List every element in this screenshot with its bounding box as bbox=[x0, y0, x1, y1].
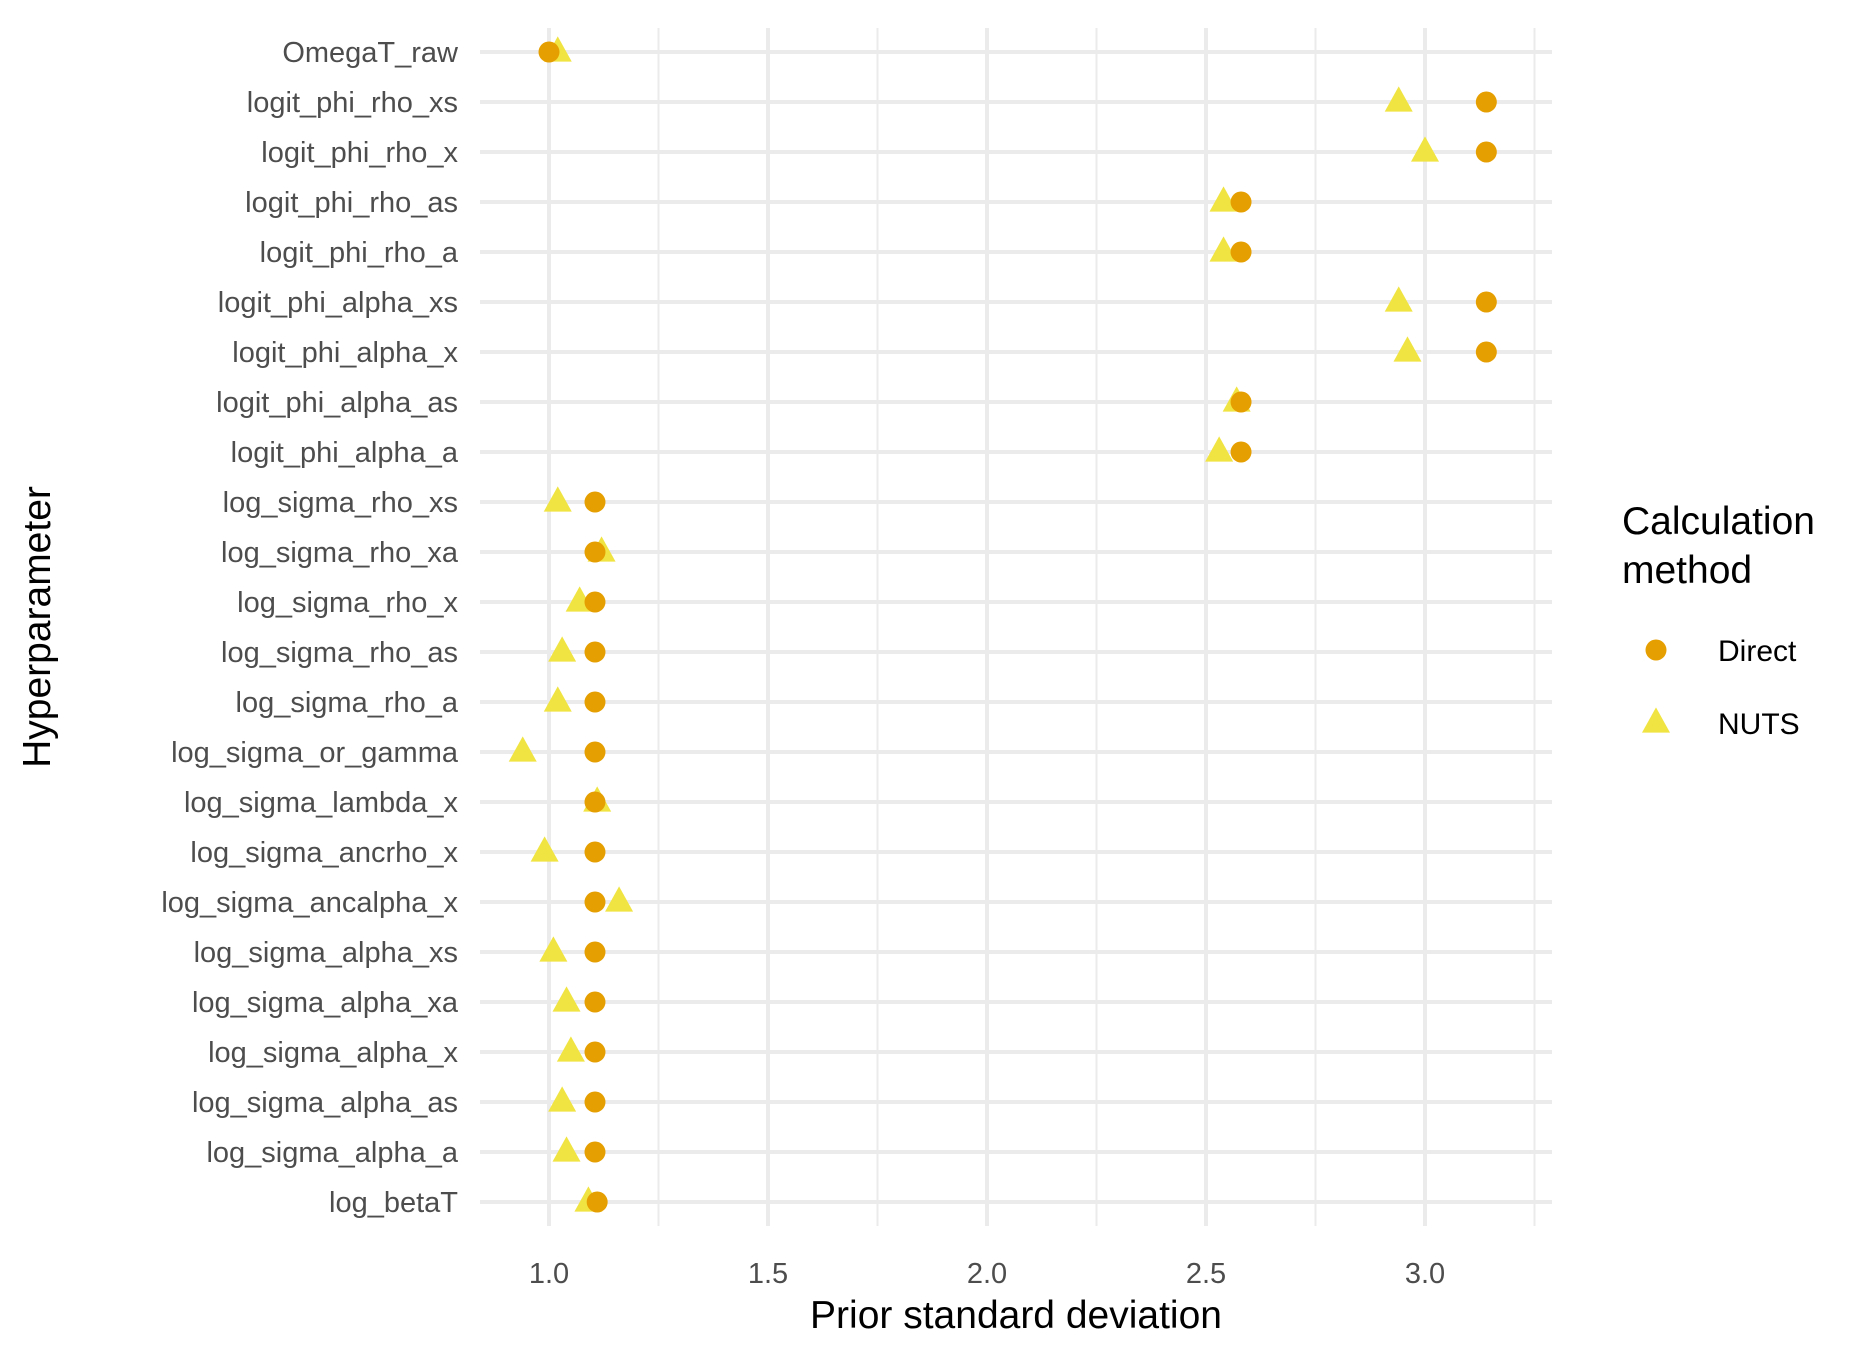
major-vertical-gridlines bbox=[547, 28, 1427, 1226]
direct-point bbox=[584, 591, 606, 613]
legend-label: NUTS bbox=[1718, 708, 1800, 741]
nuts-point bbox=[552, 986, 581, 1012]
y-axis-tick-labels: OmegaT_raw logit_phi_rho_xs logit_phi_rho_… bbox=[161, 37, 459, 1219]
nuts-point bbox=[1205, 436, 1234, 462]
direct-point bbox=[584, 891, 606, 913]
nuts-point bbox=[1384, 86, 1413, 112]
nuts-point bbox=[508, 736, 537, 762]
y-tick-label: log_sigma_rho_xa bbox=[221, 537, 459, 569]
y-tick-label: log_sigma_ancalpha_x bbox=[161, 887, 458, 919]
y-tick-label: logit_phi_alpha_x bbox=[232, 337, 458, 369]
y-tick-label: log_sigma_rho_a bbox=[236, 687, 459, 719]
direct-point bbox=[1230, 191, 1252, 213]
direct-point bbox=[1230, 241, 1252, 263]
legend-key-direct-icon bbox=[1645, 639, 1667, 661]
legend-title-line-2: method bbox=[1622, 549, 1752, 592]
direct-point bbox=[584, 491, 606, 513]
legend-key-nuts-icon bbox=[1642, 707, 1670, 733]
y-tick-label: logit_phi_rho_as bbox=[245, 187, 458, 219]
x-tick-label: 2.0 bbox=[967, 1258, 1007, 1290]
x-axis-tick-labels: 1.0 1.5 2.0 2.5 3.0 bbox=[529, 1258, 1445, 1290]
nuts-point bbox=[530, 836, 559, 862]
nuts-point bbox=[1384, 286, 1413, 312]
direct-point bbox=[584, 791, 606, 813]
y-tick-label: log_sigma_alpha_xs bbox=[194, 937, 458, 969]
legend-title-line-1: Calculation bbox=[1622, 500, 1815, 543]
direct-point bbox=[1230, 441, 1252, 463]
direct-point bbox=[584, 941, 606, 963]
x-tick-label: 3.0 bbox=[1405, 1258, 1445, 1290]
direct-point bbox=[584, 641, 606, 663]
direct-point bbox=[1230, 391, 1252, 413]
y-tick-label: log_sigma_or_gamma bbox=[171, 737, 459, 769]
nuts-point bbox=[605, 886, 634, 912]
direct-series bbox=[538, 41, 1497, 1213]
y-tick-label: log_sigma_alpha_xa bbox=[192, 987, 459, 1019]
direct-point bbox=[586, 1191, 608, 1213]
y-tick-label: log_sigma_rho_as bbox=[221, 637, 458, 669]
nuts-point bbox=[548, 636, 577, 662]
legend-label: Direct bbox=[1718, 635, 1797, 668]
direct-point bbox=[584, 1041, 606, 1063]
direct-point bbox=[538, 41, 560, 63]
nuts-point bbox=[539, 936, 568, 962]
direct-point bbox=[584, 541, 606, 563]
nuts-point bbox=[556, 1036, 585, 1062]
direct-point bbox=[584, 691, 606, 713]
y-tick-label: log_sigma_rho_xs bbox=[223, 487, 458, 519]
direct-point bbox=[584, 1141, 606, 1163]
y-tick-label: logit_phi_rho_xs bbox=[247, 87, 458, 119]
nuts-point bbox=[1411, 136, 1439, 162]
y-tick-label: log_sigma_alpha_a bbox=[206, 1137, 458, 1169]
y-tick-label: OmegaT_raw bbox=[282, 37, 459, 69]
dot-plot-chart: OmegaT_raw logit_phi_rho_xs logit_phi_rho_… bbox=[16, 28, 1815, 1337]
y-tick-label: logit_phi_rho_a bbox=[260, 237, 459, 269]
direct-point bbox=[584, 841, 606, 863]
direct-point bbox=[584, 991, 606, 1013]
y-tick-label: logit_phi_alpha_as bbox=[216, 387, 458, 419]
direct-point bbox=[1475, 91, 1497, 113]
y-tick-label: log_betaT bbox=[329, 1187, 458, 1219]
nuts-point bbox=[1393, 336, 1422, 362]
x-tick-label: 1.5 bbox=[748, 1258, 788, 1290]
y-tick-label: log_sigma_alpha_x bbox=[208, 1037, 458, 1069]
y-tick-label: log_sigma_alpha_as bbox=[192, 1087, 458, 1119]
nuts-series bbox=[508, 36, 1439, 1212]
nuts-point bbox=[552, 1136, 581, 1162]
nuts-point bbox=[548, 1086, 577, 1112]
y-axis-title: Hyperparameter bbox=[16, 486, 59, 768]
x-axis-title: Prior standard deviation bbox=[810, 1294, 1222, 1337]
y-tick-label: log_sigma_ancrho_x bbox=[190, 837, 458, 869]
y-tick-label: log_sigma_rho_x bbox=[237, 587, 458, 619]
horizontal-gridlines bbox=[480, 50, 1552, 1204]
y-tick-label: logit_phi_alpha_a bbox=[231, 437, 459, 469]
x-tick-label: 2.5 bbox=[1186, 1258, 1226, 1290]
y-tick-label: logit_phi_alpha_xs bbox=[218, 287, 458, 319]
minor-gridlines bbox=[657, 28, 1536, 1226]
direct-point bbox=[584, 1091, 606, 1113]
direct-point bbox=[584, 741, 606, 763]
y-tick-label: log_sigma_lambda_x bbox=[184, 787, 459, 819]
x-tick-label: 1.0 bbox=[529, 1258, 569, 1290]
direct-point bbox=[1475, 291, 1497, 313]
direct-point bbox=[1475, 341, 1497, 363]
direct-point bbox=[1475, 141, 1497, 163]
legend: Calculation method Direct NUTS bbox=[1622, 500, 1815, 741]
y-tick-label: logit_phi_rho_x bbox=[261, 137, 458, 169]
